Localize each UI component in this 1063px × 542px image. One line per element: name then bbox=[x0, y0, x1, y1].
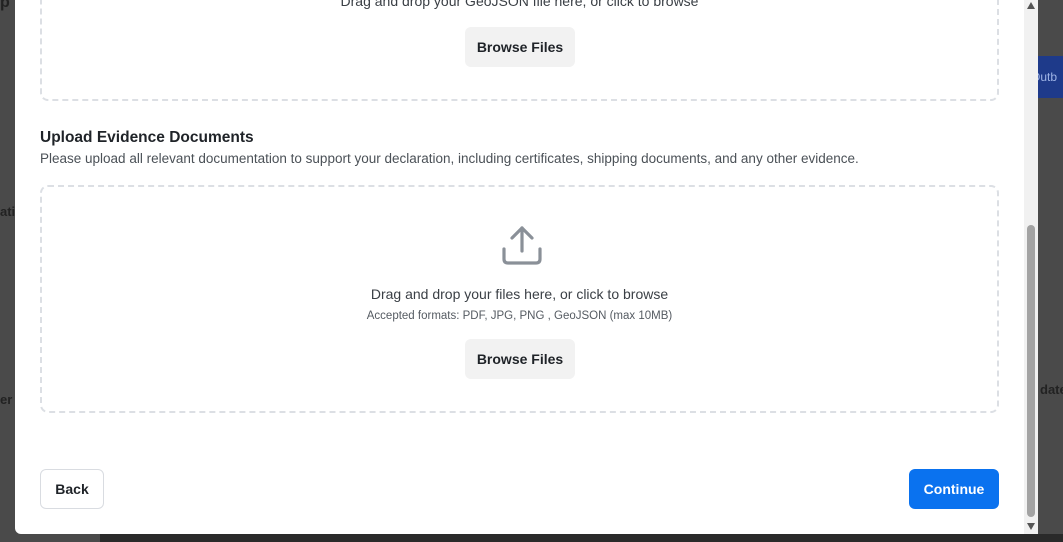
background-text-fragment: date bbox=[1040, 382, 1063, 397]
evidence-dropzone-text: Drag and drop your files here, or click … bbox=[370, 286, 669, 302]
background-text-fragment: p bbox=[0, 0, 10, 11]
background-text-fragment: er bbox=[0, 392, 13, 407]
geojson-dropzone[interactable]: Drag and drop your GeoJSON file here, or… bbox=[40, 0, 999, 101]
upload-modal: Drag and drop your GeoJSON file here, or… bbox=[15, 0, 1038, 534]
background-text-fragment: ati bbox=[0, 204, 16, 219]
back-button[interactable]: Back bbox=[40, 469, 104, 509]
upload-icon bbox=[502, 226, 542, 265]
geojson-browse-button[interactable]: Browse Files bbox=[465, 27, 575, 67]
scroll-up-icon[interactable] bbox=[1027, 2, 1035, 9]
continue-button[interactable]: Continue bbox=[909, 469, 999, 509]
evidence-browse-button[interactable]: Browse Files bbox=[465, 339, 575, 379]
background-strip bbox=[100, 534, 1063, 542]
modal-scrollbar[interactable] bbox=[1024, 0, 1038, 534]
evidence-dropzone[interactable]: Drag and drop your files here, or click … bbox=[40, 185, 999, 413]
section-description: Please upload all relevant documentation… bbox=[40, 151, 859, 166]
accepted-formats-hint: Accepted formats: PDF, JPG, PNG , GeoJSO… bbox=[366, 310, 673, 322]
section-title: Upload Evidence Documents bbox=[40, 129, 254, 146]
scroll-down-icon[interactable] bbox=[1027, 523, 1035, 530]
geojson-dropzone-text: Drag and drop your GeoJSON file here, or… bbox=[340, 0, 699, 9]
scroll-thumb[interactable] bbox=[1027, 225, 1035, 517]
